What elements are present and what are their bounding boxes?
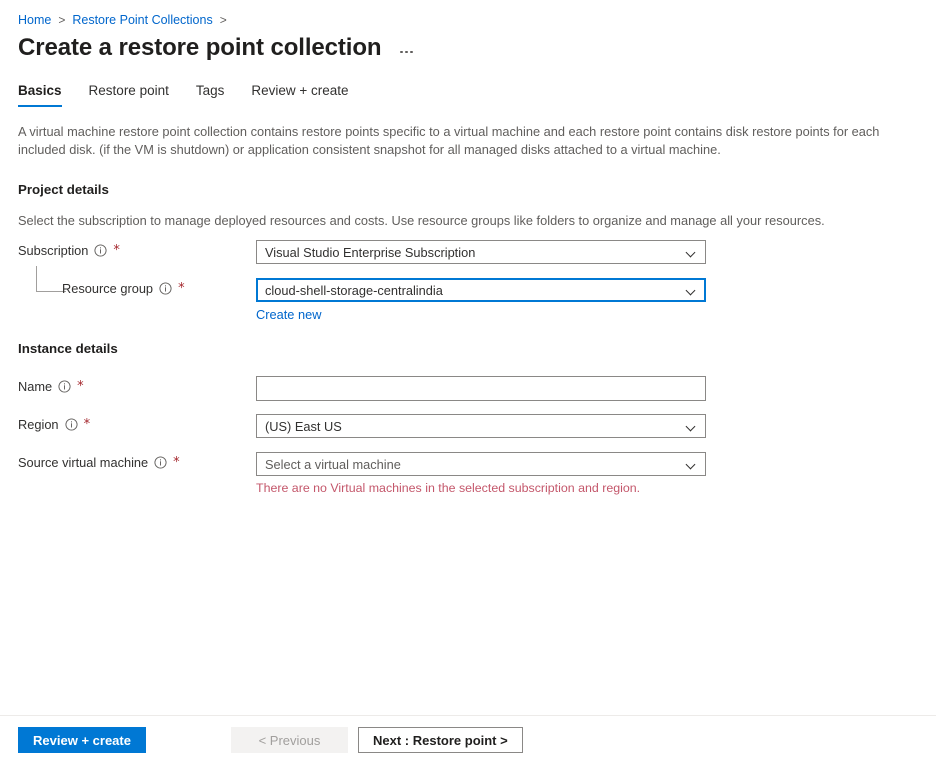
field-region: (US) East US (256, 414, 706, 438)
field-subscription: Visual Studio Enterprise Subscription (256, 240, 706, 264)
section-heading-project-details: Project details (18, 182, 918, 197)
previous-button: < Previous (231, 727, 348, 753)
review-create-button[interactable]: Review + create (18, 727, 146, 753)
resource-group-value: cloud-shell-storage-centralindia (265, 283, 680, 298)
region-dropdown[interactable]: (US) East US (256, 414, 706, 438)
name-input[interactable] (256, 376, 706, 401)
tab-basics[interactable]: Basics (18, 83, 62, 107)
field-name (256, 376, 706, 401)
title-row: Create a restore point collection (0, 28, 936, 63)
ellipsis-icon[interactable] (395, 43, 417, 61)
form-description: A virtual machine restore point collecti… (18, 123, 918, 159)
chevron-down-icon (686, 421, 697, 432)
info-icon[interactable] (159, 282, 172, 295)
chevron-down-icon (686, 459, 697, 470)
ellipsis-dots (400, 51, 413, 54)
field-resource-group: cloud-shell-storage-centralindia Create … (256, 278, 706, 322)
source-virtual-machine-value: Select a virtual machine (265, 457, 680, 472)
field-row-resource-group: Resource group * cloud-shell-storage-cen… (18, 278, 918, 322)
label-resource-group-text: Resource group (62, 281, 153, 296)
label-name-text: Name (18, 379, 52, 394)
breadcrumb: Home > Restore Point Collections > (0, 0, 936, 28)
required-indicator: * (178, 284, 185, 294)
label-name: Name * (18, 376, 256, 394)
field-row-source-virtual-machine: Source virtual machine * Select a virtua… (18, 452, 918, 496)
subscription-dropdown[interactable]: Visual Studio Enterprise Subscription (256, 240, 706, 264)
breadcrumb-item-restore-point-collections[interactable]: Restore Point Collections (72, 13, 212, 27)
info-icon[interactable] (94, 244, 107, 257)
info-icon[interactable] (154, 456, 167, 469)
field-source-virtual-machine: Select a virtual machine There are no Vi… (256, 452, 706, 496)
instance-details-fields: Name * Region (18, 376, 918, 496)
field-row-subscription: Subscription * Visual Studio Enterprise … (18, 240, 918, 264)
required-indicator: * (84, 420, 91, 430)
label-region: Region * (18, 414, 256, 432)
label-region-text: Region (18, 417, 59, 432)
required-indicator: * (173, 458, 180, 468)
tab-review-create[interactable]: Review + create (251, 83, 348, 107)
required-indicator: * (113, 246, 120, 256)
resource-group-dropdown[interactable]: cloud-shell-storage-centralindia (256, 278, 706, 302)
chevron-down-icon (686, 247, 697, 258)
info-icon[interactable] (58, 380, 71, 393)
label-source-virtual-machine-text: Source virtual machine (18, 455, 148, 470)
project-details-fields: Subscription * Visual Studio Enterprise … (18, 240, 918, 322)
label-source-virtual-machine: Source virtual machine * (18, 452, 256, 470)
wizard-footer: Review + create < Previous Next : Restor… (0, 715, 936, 764)
page-title: Create a restore point collection (18, 33, 381, 63)
breadcrumb-item-home[interactable]: Home (18, 13, 51, 27)
label-resource-group: Resource group * (18, 278, 256, 296)
field-row-name: Name * (18, 376, 918, 401)
info-icon[interactable] (65, 418, 78, 431)
breadcrumb-separator: > (220, 13, 227, 27)
subscription-value: Visual Studio Enterprise Subscription (265, 245, 680, 260)
tab-restore-point[interactable]: Restore point (89, 83, 169, 107)
label-subscription-text: Subscription (18, 243, 88, 258)
tab-tags[interactable]: Tags (196, 83, 225, 107)
basics-form-panel: A virtual machine restore point collecti… (0, 107, 936, 496)
source-virtual-machine-error: There are no Virtual machines in the sel… (256, 480, 706, 496)
next-restore-point-button[interactable]: Next : Restore point > (358, 727, 523, 753)
create-new-resource-group-link[interactable]: Create new (256, 307, 321, 322)
label-subscription: Subscription * (18, 240, 256, 258)
required-indicator: * (77, 382, 84, 392)
chevron-down-icon (686, 285, 697, 296)
project-details-subtext: Select the subscription to manage deploy… (18, 212, 918, 230)
breadcrumb-separator: > (58, 13, 65, 27)
tab-bar: Basics Restore point Tags Review + creat… (0, 63, 936, 107)
region-value: (US) East US (265, 419, 680, 434)
field-row-region: Region * (US) East US (18, 414, 918, 438)
section-heading-instance-details: Instance details (18, 341, 918, 356)
source-virtual-machine-dropdown[interactable]: Select a virtual machine (256, 452, 706, 476)
